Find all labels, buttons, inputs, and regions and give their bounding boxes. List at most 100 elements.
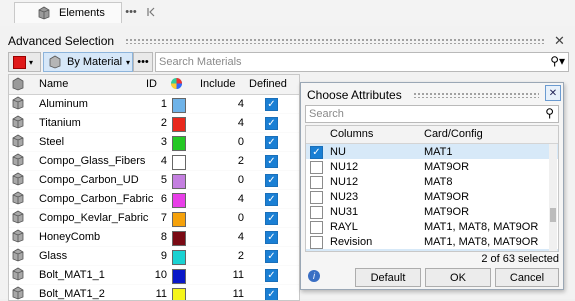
- attribute-checkbox[interactable]: [310, 161, 323, 174]
- color-swatch[interactable]: [172, 117, 186, 132]
- table-body: Aluminum 1 4 ✓ Titanium 2 4 ✓ Steel 3 0 ✓ Compo_Glas…: [9, 95, 299, 300]
- material-id: 8: [160, 231, 167, 243]
- color-mode-button[interactable]: ▾: [8, 52, 41, 72]
- list-item[interactable]: NU12 MAT8: [306, 174, 558, 189]
- include-count: 0: [237, 174, 244, 186]
- table-row[interactable]: HoneyComb 8 4 ✓: [9, 228, 299, 247]
- attribute-column: RHO: [330, 251, 354, 252]
- materials-table: Name ID Include Defined Aluminum 1 4 ✓ Titan…: [8, 74, 300, 301]
- color-swatch[interactable]: [172, 98, 186, 113]
- include-count: 4: [237, 117, 244, 129]
- close-icon[interactable]: ✕: [545, 85, 561, 101]
- attribute-checkbox[interactable]: [310, 176, 323, 189]
- ok-button[interactable]: OK: [425, 268, 491, 287]
- color-swatch[interactable]: [172, 136, 186, 151]
- tab-elements[interactable]: Elements: [14, 2, 122, 23]
- attribute-checkbox[interactable]: ✓: [310, 146, 323, 159]
- chevron-down-icon: ▾: [29, 57, 34, 67]
- header-id[interactable]: ID: [146, 78, 157, 90]
- drag-handle[interactable]: [125, 38, 545, 44]
- list-item[interactable]: Revision MAT1, MAT8, MAT9OR: [306, 234, 558, 249]
- attribute-card: MAT9OR: [424, 206, 470, 218]
- color-swatch[interactable]: [172, 155, 186, 170]
- attribute-checkbox[interactable]: [310, 236, 323, 249]
- defined-checkbox[interactable]: ✓: [265, 98, 278, 111]
- attribute-checkbox[interactable]: ✓: [310, 251, 323, 252]
- color-swatch[interactable]: [172, 174, 186, 189]
- table-row[interactable]: Compo_Kevlar_Fabric 7 0 ✓: [9, 209, 299, 228]
- defined-checkbox[interactable]: ✓: [265, 193, 278, 206]
- scrollbar[interactable]: [549, 144, 557, 251]
- dialog-drag-handle[interactable]: [413, 92, 539, 98]
- defined-checkbox[interactable]: ✓: [265, 288, 278, 300]
- material-name: Compo_Kevlar_Fabric: [39, 212, 149, 224]
- collapse-left-icon[interactable]: [143, 4, 159, 20]
- more-label: •••: [125, 6, 137, 18]
- material-id: 11: [155, 288, 167, 300]
- color-swatch[interactable]: [172, 193, 186, 208]
- include-count: 11: [232, 269, 244, 281]
- color-swatch[interactable]: [172, 269, 186, 284]
- color-swatch[interactable]: [172, 231, 186, 246]
- header-defined[interactable]: Defined: [249, 78, 287, 90]
- material-id: 2: [160, 117, 167, 129]
- by-material-dropdown[interactable]: By Material ▾: [43, 52, 133, 72]
- list-item[interactable]: RAYL MAT1, MAT8, MAT9OR: [306, 219, 558, 234]
- attribute-column: NU12: [330, 176, 359, 188]
- table-row[interactable]: Compo_Glass_Fibers 4 2 ✓: [9, 152, 299, 171]
- defined-checkbox[interactable]: ✓: [265, 269, 278, 282]
- more-options-button[interactable]: •••: [133, 52, 153, 72]
- table-row[interactable]: Compo_Carbon_Fabric 6 4 ✓: [9, 190, 299, 209]
- attribute-card: MAT8: [424, 176, 453, 188]
- info-icon[interactable]: i: [308, 270, 320, 282]
- table-row[interactable]: Titanium 2 4 ✓: [9, 114, 299, 133]
- list-item[interactable]: NU31 MAT9OR: [306, 204, 558, 219]
- color-swatch[interactable]: [172, 250, 186, 265]
- defined-checkbox[interactable]: ✓: [265, 174, 278, 187]
- search-icon[interactable]: ⚲▾: [550, 54, 565, 68]
- list-item[interactable]: ✓ NU MAT1: [306, 144, 558, 159]
- attribute-checkbox[interactable]: [310, 221, 323, 234]
- color-wheel-icon[interactable]: [170, 77, 183, 93]
- material-id: 6: [160, 193, 167, 205]
- header-columns[interactable]: Columns: [330, 128, 373, 140]
- table-row[interactable]: Compo_Carbon_UD 5 0 ✓: [9, 171, 299, 190]
- table-row[interactable]: Glass 9 2 ✓: [9, 247, 299, 266]
- default-button[interactable]: Default: [355, 268, 421, 287]
- search-materials-input[interactable]: Search Materials ⚲▾: [155, 52, 569, 72]
- list-item[interactable]: NU12 MAT9OR: [306, 159, 558, 174]
- material-name: Compo_Carbon_Fabric: [39, 193, 154, 205]
- table-row[interactable]: Aluminum 1 4 ✓: [9, 95, 299, 114]
- attribute-checkbox[interactable]: [310, 191, 323, 204]
- table-row[interactable]: Steel 3 0 ✓: [9, 133, 299, 152]
- attribute-checkbox[interactable]: [310, 206, 323, 219]
- color-swatch[interactable]: [172, 288, 186, 300]
- include-count: 4: [237, 193, 244, 205]
- header-name[interactable]: Name: [39, 78, 68, 90]
- defined-checkbox[interactable]: ✓: [265, 212, 278, 225]
- cancel-button[interactable]: Cancel: [495, 268, 559, 287]
- material-icon: [12, 134, 24, 148]
- scrollbar-thumb[interactable]: [550, 208, 556, 222]
- include-count: 4: [237, 231, 244, 243]
- list-item[interactable]: NU23 MAT9OR: [306, 189, 558, 204]
- defined-checkbox[interactable]: ✓: [265, 136, 278, 149]
- defined-checkbox[interactable]: ✓: [265, 155, 278, 168]
- defined-checkbox[interactable]: ✓: [265, 117, 278, 130]
- red-cube-icon: [13, 55, 26, 69]
- list-item[interactable]: ✓ RHO MAT1, MAT8, MAT9OR: [306, 249, 558, 252]
- table-row[interactable]: Bolt_MAT1_1 10 11 ✓: [9, 266, 299, 285]
- material-name: Bolt_MAT1_1: [39, 269, 105, 281]
- attribute-search-input[interactable]: Search ⚲: [305, 105, 559, 123]
- defined-checkbox[interactable]: ✓: [265, 231, 278, 244]
- close-icon[interactable]: ✕: [554, 33, 565, 49]
- material-icon: [12, 267, 24, 281]
- more-button[interactable]: •••: [121, 4, 141, 20]
- defined-checkbox[interactable]: ✓: [265, 250, 278, 263]
- material-id: 7: [160, 212, 167, 224]
- color-swatch[interactable]: [172, 212, 186, 227]
- header-card-config[interactable]: Card/Config: [424, 128, 483, 140]
- material-icon: [49, 55, 61, 69]
- header-include[interactable]: Include: [200, 78, 235, 90]
- include-count: 0: [237, 136, 244, 148]
